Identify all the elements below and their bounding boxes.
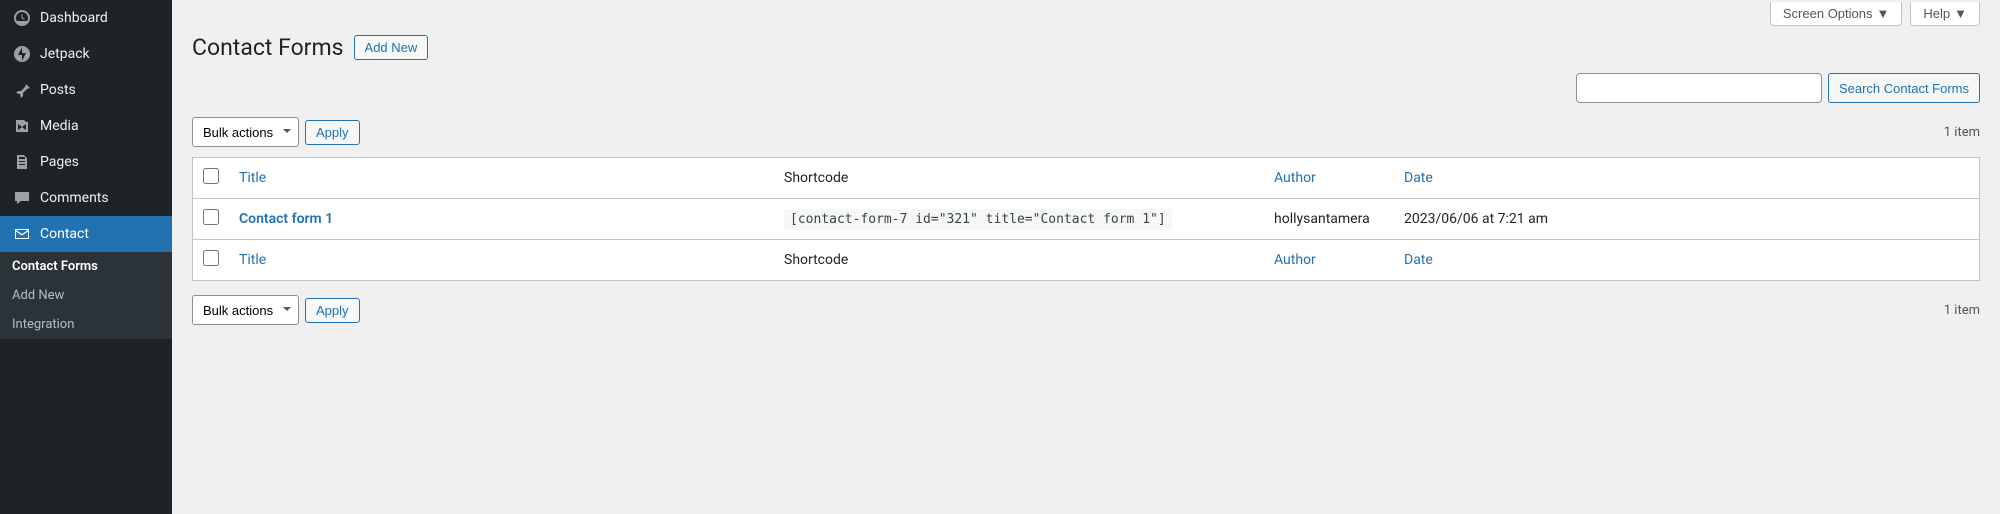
sidebar-item-label: Contact [40,226,89,242]
item-count-bottom: 1 item [1944,303,1980,318]
column-author[interactable]: Author [1264,158,1394,199]
page-title: Contact Forms [192,34,344,61]
heading-row: Contact Forms Add New [192,34,1980,61]
dashboard-icon [12,8,32,28]
sidebar-item-contact[interactable]: Contact [0,216,172,252]
sidebar-item-comments[interactable]: Comments [0,180,172,216]
item-count-top: 1 item [1944,125,1980,140]
column-shortcode-footer: Shortcode [774,240,1264,281]
jetpack-icon [12,44,32,64]
sidebar-item-label: Pages [40,154,79,170]
chevron-down-icon: ▼ [1877,6,1890,21]
form-title-link[interactable]: Contact form 1 [239,211,333,227]
author-cell: hollysantamera [1264,199,1394,240]
sidebar-item-media[interactable]: Media [0,108,172,144]
pin-icon [12,80,32,100]
top-bar: Screen Options ▼ Help ▼ [192,0,1980,26]
date-cell: 2023/06/06 at 7:21 am [1394,199,1980,240]
sidebar-submenu: Contact Forms Add New Integration [0,252,172,339]
bulk-actions-select[interactable]: Bulk actions [192,117,299,147]
admin-sidebar: Dashboard Jetpack Posts Media Pages Comm… [0,0,172,514]
bulk-actions-top: Bulk actions Apply [192,117,360,147]
submenu-item-contact-forms[interactable]: Contact Forms [0,252,172,281]
search-row: Search Contact Forms [192,73,1980,103]
sidebar-item-label: Comments [40,190,109,206]
submenu-item-add-new[interactable]: Add New [0,281,172,310]
table-row: Contact form 1 [contact-form-7 id="321" … [193,199,1980,240]
table-header-row: Title Shortcode Author Date [193,158,1980,199]
sidebar-item-pages[interactable]: Pages [0,144,172,180]
bottom-actions-row: Bulk actions Apply 1 item [192,295,1980,325]
column-title[interactable]: Title [229,158,774,199]
search-button[interactable]: Search Contact Forms [1828,73,1980,103]
add-new-button[interactable]: Add New [354,35,429,60]
column-date-footer[interactable]: Date [1394,240,1980,281]
apply-button-bottom[interactable]: Apply [305,298,360,323]
sidebar-item-label: Jetpack [40,46,90,62]
table-footer-row: Title Shortcode Author Date [193,240,1980,281]
select-all-checkbox-bottom[interactable] [203,250,219,266]
main-content: Screen Options ▼ Help ▼ Contact Forms Ad… [172,0,2000,514]
comment-icon [12,188,32,208]
sidebar-item-label: Media [40,118,79,134]
media-icon [12,116,32,136]
apply-button-top[interactable]: Apply [305,120,360,145]
help-label: Help [1923,6,1950,21]
column-author-footer[interactable]: Author [1264,240,1394,281]
sidebar-item-label: Dashboard [40,10,108,26]
row-checkbox[interactable] [203,209,219,225]
screen-options-label: Screen Options [1783,6,1873,21]
sidebar-item-dashboard[interactable]: Dashboard [0,0,172,36]
column-shortcode: Shortcode [774,158,1264,199]
page-icon [12,152,32,172]
column-date[interactable]: Date [1394,158,1980,199]
column-title-footer[interactable]: Title [229,240,774,281]
sidebar-item-jetpack[interactable]: Jetpack [0,36,172,72]
bulk-actions-bottom: Bulk actions Apply [192,295,360,325]
bulk-actions-select-bottom[interactable]: Bulk actions [192,295,299,325]
submenu-item-integration[interactable]: Integration [0,310,172,339]
search-input[interactable] [1576,73,1822,103]
help-button[interactable]: Help ▼ [1910,2,1980,26]
shortcode-text[interactable]: [contact-form-7 id="321" title="Contact … [784,209,1172,230]
forms-table: Title Shortcode Author Date Contact form… [192,157,1980,281]
screen-options-button[interactable]: Screen Options ▼ [1770,2,1902,26]
select-all-checkbox-top[interactable] [203,168,219,184]
sidebar-item-label: Posts [40,82,76,98]
chevron-down-icon: ▼ [1954,6,1967,21]
top-actions-row: Bulk actions Apply 1 item [192,117,1980,147]
sidebar-item-posts[interactable]: Posts [0,72,172,108]
mail-icon [12,224,32,244]
